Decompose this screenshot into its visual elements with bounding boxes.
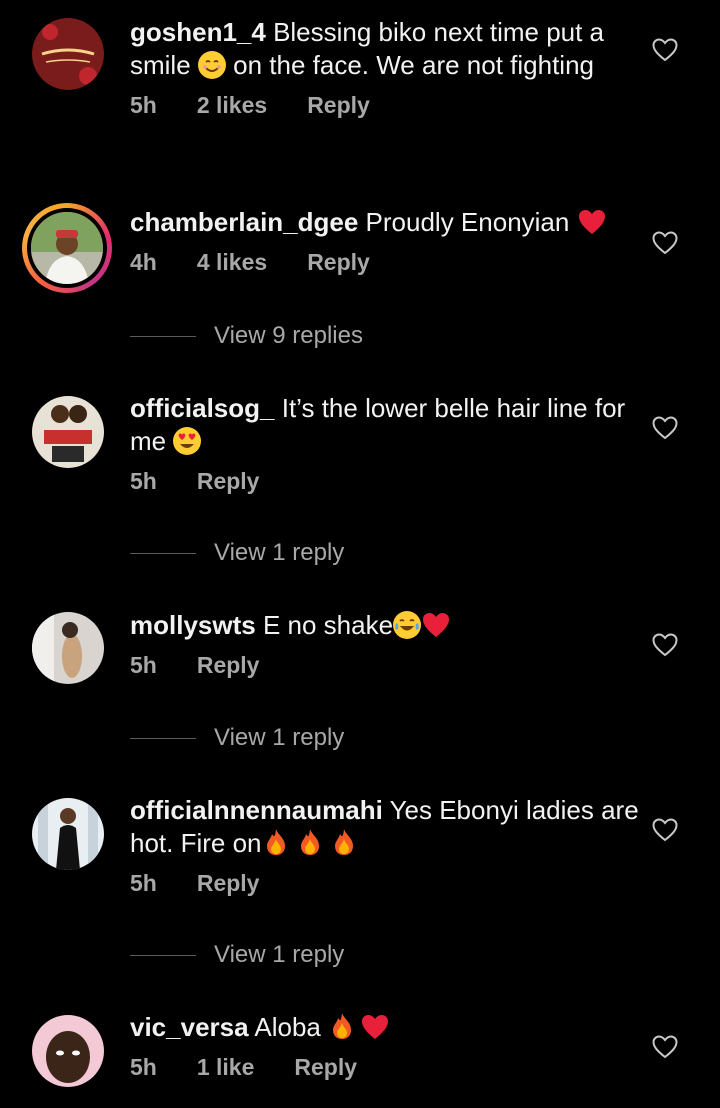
comment-text: vic_versa Aloba	[130, 1011, 640, 1044]
comment-time: 5h	[130, 1054, 157, 1080]
view-replies-label: View 1 reply	[214, 539, 345, 566]
avatar[interactable]	[32, 798, 104, 870]
replies-divider	[130, 954, 196, 956]
comment-meta: 4h 4 likes Reply	[130, 249, 640, 276]
comment-body-cont: on the face. We are not fighting	[225, 50, 594, 80]
fire-emoji	[296, 827, 324, 855]
view-replies-button[interactable]: View 9 replies	[130, 322, 363, 350]
heart-outline-icon[interactable]	[652, 231, 678, 255]
comment-username[interactable]: officialsog_	[130, 393, 274, 423]
heart-outline-icon[interactable]	[652, 416, 678, 440]
avatar-story-ring[interactable]	[22, 203, 112, 293]
avatar[interactable]	[32, 1015, 104, 1087]
avatar[interactable]	[32, 396, 104, 468]
avatar[interactable]	[32, 18, 104, 90]
comment-likes[interactable]: 4 likes	[197, 249, 267, 276]
comment-meta: 5h 1 like Reply	[130, 1054, 640, 1081]
fire-emoji	[328, 1011, 356, 1039]
comment-time: 5h	[130, 92, 157, 118]
red-heart-emoji	[360, 1013, 389, 1041]
comment-username[interactable]: goshen1_4	[130, 17, 266, 47]
reply-button[interactable]: Reply	[307, 249, 370, 276]
comment-time: 5h	[130, 870, 157, 896]
view-replies-label: View 1 reply	[214, 724, 345, 751]
reply-button[interactable]: Reply	[197, 652, 260, 679]
view-replies-button[interactable]: View 1 reply	[130, 941, 344, 969]
comment-username[interactable]: vic_versa	[130, 1012, 249, 1042]
tears-of-joy-emoji	[393, 611, 422, 639]
comment-text: officialsog_ It’s the lower belle hair l…	[130, 392, 640, 458]
smile-emoji	[197, 51, 226, 79]
replies-divider	[130, 552, 196, 554]
comment-body: Proudly Enonyian	[365, 207, 577, 237]
heart-outline-icon[interactable]	[652, 38, 678, 62]
comment-text: mollyswts E no shake	[130, 609, 640, 642]
avatar-image	[32, 612, 104, 684]
comment-text: officialnnennaumahi Yes Ebonyi ladies ar…	[130, 794, 640, 860]
comment-body: E no shake	[262, 610, 394, 640]
view-replies-label: View 1 reply	[214, 941, 345, 968]
comment-time: 5h	[130, 652, 157, 678]
comment-username[interactable]: mollyswts	[130, 610, 256, 640]
comment-time: 4h	[130, 249, 157, 275]
avatar-image	[32, 396, 104, 468]
red-heart-emoji	[577, 208, 605, 236]
comment-likes[interactable]: 2 likes	[197, 92, 267, 119]
comment-meta: 5h Reply	[130, 468, 640, 495]
comment-username[interactable]: officialnnennaumahi	[130, 795, 383, 825]
heart-outline-icon[interactable]	[652, 818, 678, 842]
red-heart-emoji	[421, 611, 450, 639]
comment-text: chamberlain_dgee Proudly Enonyian	[130, 206, 640, 239]
comment-meta: 5h 2 likes Reply	[130, 92, 640, 119]
view-replies-button[interactable]: View 1 reply	[130, 724, 344, 752]
comment-likes[interactable]: 1 like	[197, 1054, 255, 1081]
comment-text: goshen1_4 Blessing biko next time put a …	[130, 16, 640, 82]
avatar-image	[32, 18, 104, 90]
replies-divider	[130, 335, 196, 337]
comment-meta: 5h Reply	[130, 652, 640, 679]
avatar[interactable]	[32, 612, 104, 684]
fire-emoji	[330, 827, 358, 855]
comment-username[interactable]: chamberlain_dgee	[130, 207, 358, 237]
comment-body: Aloba	[254, 1012, 329, 1042]
heart-eyes-emoji	[173, 427, 202, 455]
fire-emoji	[262, 827, 290, 855]
reply-button[interactable]: Reply	[294, 1054, 357, 1081]
replies-divider	[130, 737, 196, 739]
avatar-image	[31, 212, 103, 284]
avatar-image	[32, 798, 104, 870]
comment-meta: 5h Reply	[130, 870, 640, 897]
heart-outline-icon[interactable]	[652, 1035, 678, 1059]
reply-button[interactable]: Reply	[307, 92, 370, 119]
comment-time: 5h	[130, 468, 157, 494]
reply-button[interactable]: Reply	[197, 870, 260, 897]
reply-button[interactable]: Reply	[197, 468, 260, 495]
heart-outline-icon[interactable]	[652, 633, 678, 657]
avatar-image	[32, 1015, 104, 1087]
view-replies-label: View 9 replies	[214, 322, 363, 349]
view-replies-button[interactable]: View 1 reply	[130, 539, 344, 567]
